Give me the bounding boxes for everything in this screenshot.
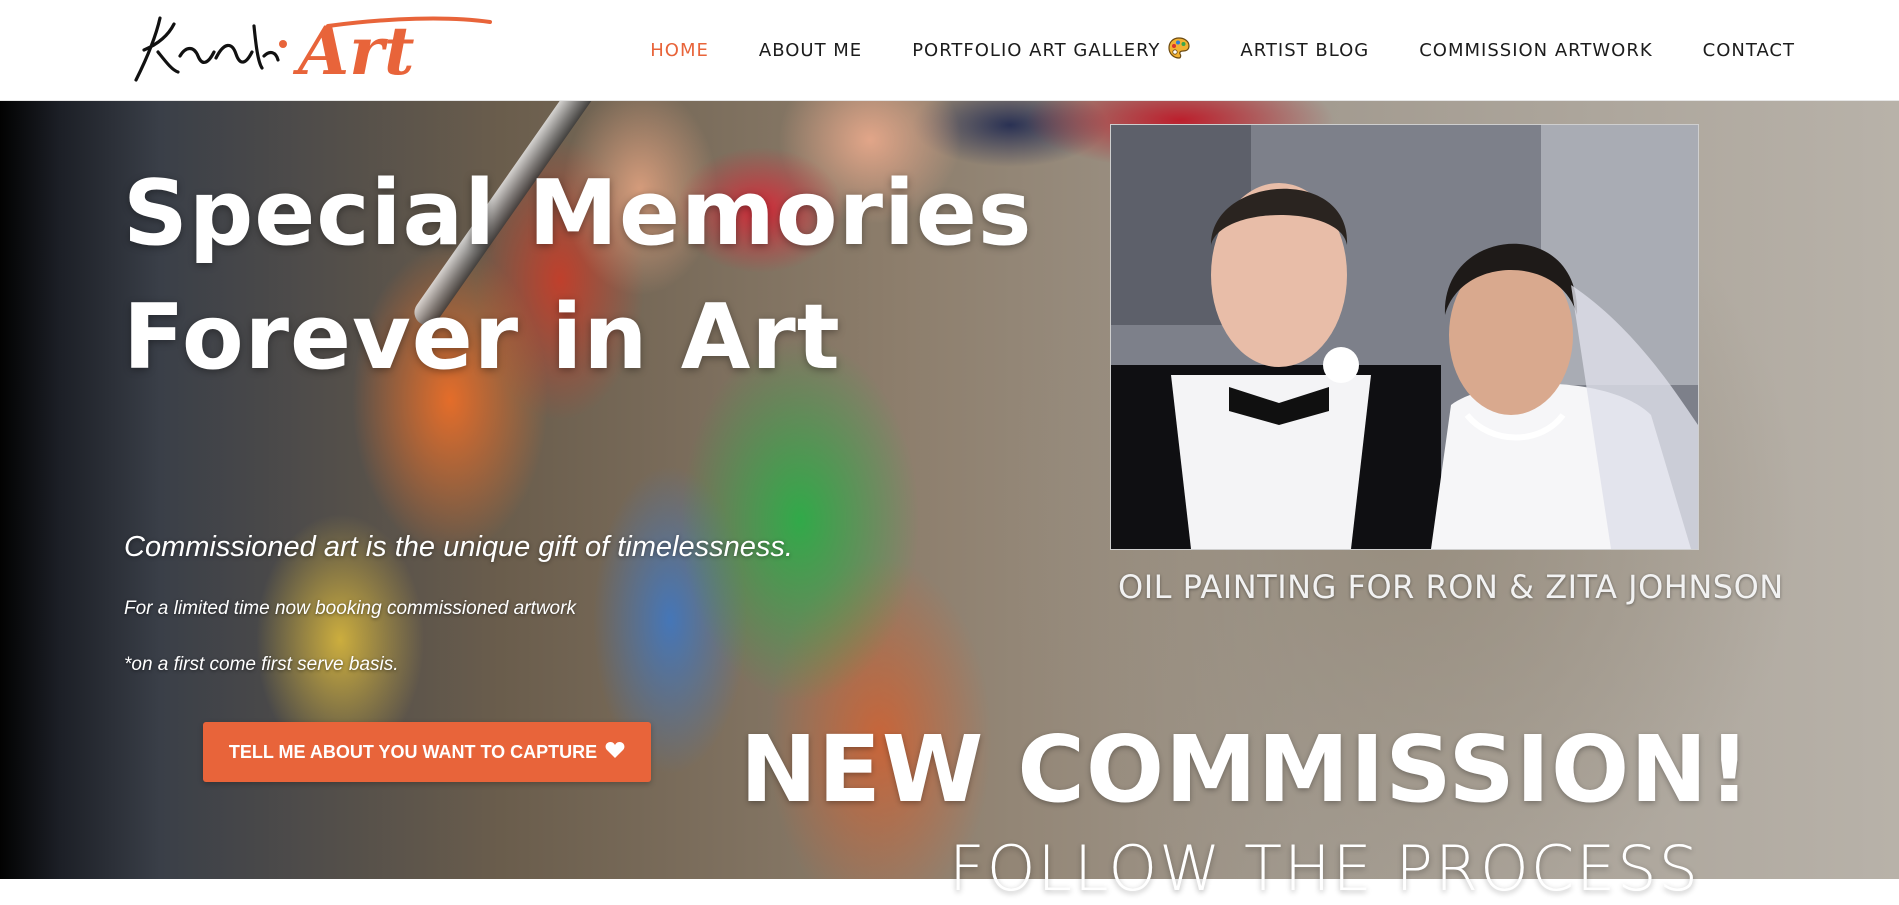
hero-title-line1: Special Memories	[123, 161, 1033, 266]
nav-commission-artwork[interactable]: COMMISSION ARTWORK	[1419, 40, 1652, 61]
nav-contact[interactable]: CONTACT	[1703, 40, 1795, 61]
nav-about-me[interactable]: ABOUT ME	[759, 40, 862, 61]
commission-caption: OIL PAINTING FOR RON & ZITA JOHNSON	[1118, 568, 1784, 606]
hero-title: Special Memories Forever in Art	[123, 152, 1032, 400]
follow-process-subheadline: FOLLOW THE PROCESS	[949, 832, 1700, 905]
commission-photo[interactable]	[1110, 124, 1699, 550]
new-commission-headline: NEW COMMISSION!	[740, 716, 1752, 823]
first-come-note: *on a first come first serve basis.	[124, 654, 399, 675]
main-nav: HOME ABOUT ME PORTFOLIO ART GALLERY ARTI…	[650, 0, 1795, 100]
cta-capture-button[interactable]: TELL ME ABOUT YOU WANT TO CAPTURE	[203, 722, 651, 782]
cta-label: TELL ME ABOUT YOU WANT TO CAPTURE	[228, 741, 598, 762]
heart-icon	[605, 741, 625, 764]
hero-subtitle: Commissioned art is the unique gift of t…	[124, 531, 793, 563]
logo-graphic: Art	[134, 12, 492, 88]
palette-icon	[1168, 36, 1191, 64]
hero-title-line2: Forever in Art	[123, 285, 841, 390]
site-header: Art HOME ABOUT ME PORTFOLIO ART GALLERY …	[0, 0, 1899, 101]
site-logo[interactable]: Art	[128, 6, 493, 88]
booking-note: For a limited time now booking commissio…	[124, 598, 576, 619]
nav-artist-blog[interactable]: ARTIST BLOG	[1240, 40, 1369, 61]
nav-portfolio-art-gallery[interactable]: PORTFOLIO ART GALLERY	[912, 36, 1191, 64]
nav-home[interactable]: HOME	[650, 40, 709, 61]
nav-portfolio-label: PORTFOLIO ART GALLERY	[912, 39, 1161, 61]
wedding-portrait-image	[1111, 125, 1698, 549]
